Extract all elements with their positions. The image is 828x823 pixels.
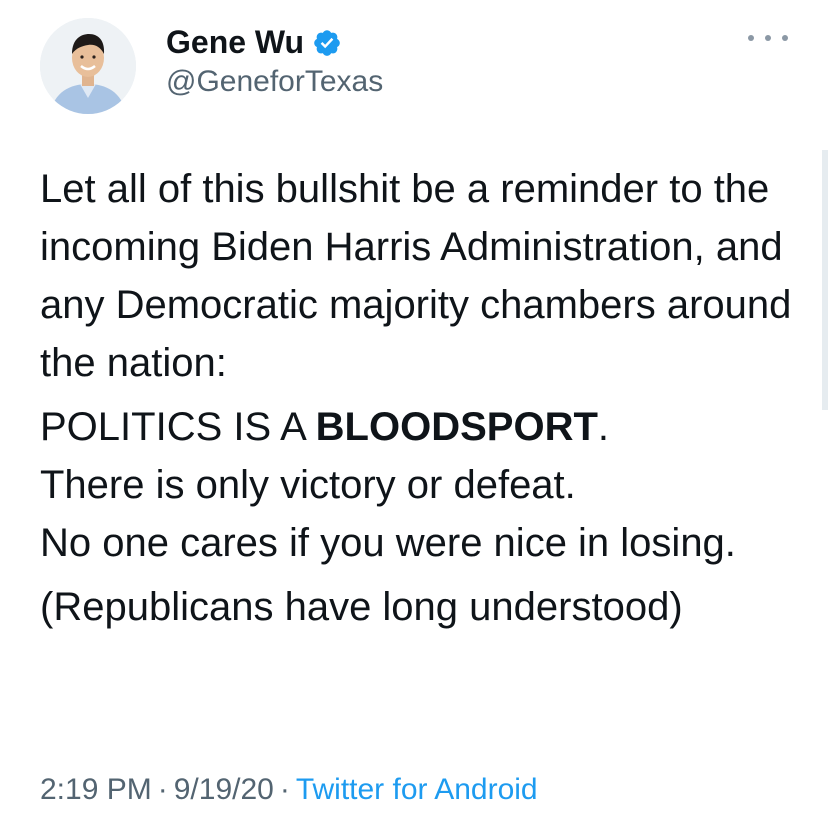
tweet-card: Gene Wu @GeneforTexas Let all of this bu… (0, 0, 828, 823)
dot (748, 35, 754, 41)
author-name[interactable]: Gene Wu (166, 22, 342, 62)
p2-suffix: . (597, 405, 610, 449)
verified-badge-icon (312, 27, 342, 57)
author-name-text[interactable]: Gene Wu (166, 22, 304, 62)
tweet-paragraph-1: Let all of this bullshit be a reminder t… (40, 167, 792, 385)
p2-line2: There is only victory or defeat. (40, 463, 576, 507)
p2-prefix: POLITICS IS A (40, 405, 316, 449)
more-dots-icon[interactable] (748, 26, 788, 50)
p2-bold: BLOODSPORT (315, 405, 598, 449)
tweet-source-link[interactable]: Twitter for Android (296, 773, 538, 806)
meta-separator: · (157, 773, 168, 806)
tweet-time[interactable]: 2:19 PM (40, 773, 152, 806)
tweet-paragraph-3: (Republicans have long understood) (40, 585, 683, 629)
tweet-date[interactable]: 9/19/20 (174, 773, 274, 806)
dot (782, 35, 788, 41)
author-handle[interactable]: @GeneforTexas (166, 62, 383, 102)
tweet-meta: 2:19 PM · 9/19/20 · Twitter for Android (40, 770, 538, 810)
avatar-photo (40, 18, 136, 114)
scroll-indicator (822, 150, 828, 410)
avatar[interactable] (40, 18, 136, 114)
tweet-text: Let all of this bullshit be a reminder t… (40, 160, 800, 636)
p2-line3: No one cares if you were nice in losing. (40, 521, 736, 565)
tweet-paragraph-2: POLITICS IS A BLOODSPORT. There is only v… (40, 398, 800, 572)
meta-separator: · (279, 773, 290, 806)
dot (765, 35, 771, 41)
